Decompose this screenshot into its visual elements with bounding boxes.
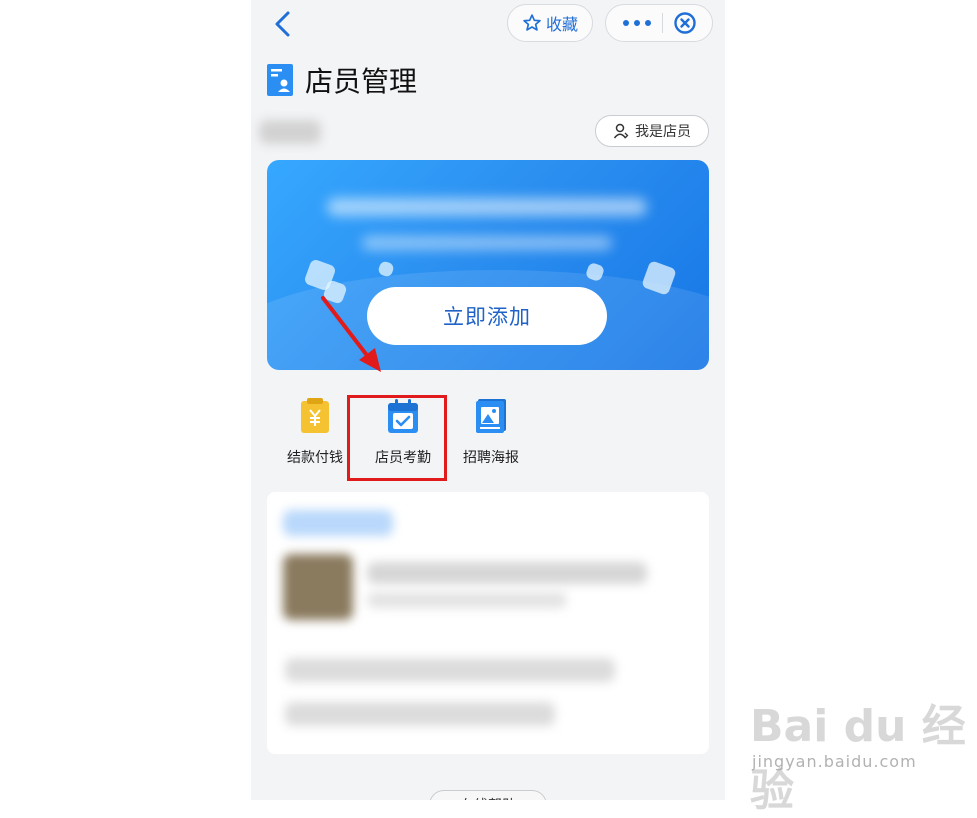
- store-name-blurred: [259, 120, 321, 144]
- text-blurred: [367, 562, 647, 584]
- more-icon[interactable]: [622, 18, 652, 28]
- page-title-row: 店员管理: [267, 60, 417, 100]
- thumbnail-blurred: [283, 554, 353, 620]
- favorite-button[interactable]: 收藏: [507, 4, 593, 42]
- text-blurred: [367, 592, 567, 608]
- watermark-url: jingyan.baidu.com: [752, 752, 917, 771]
- chevron-left-icon: [275, 11, 290, 37]
- add-now-button[interactable]: 立即添加: [367, 287, 607, 345]
- banner-text-blurred: [327, 198, 647, 216]
- close-mini-program-icon[interactable]: [673, 11, 697, 35]
- capsule-divider: [661, 13, 663, 33]
- back-button[interactable]: [271, 8, 295, 40]
- phone-screen: 收藏 店员管理 我是店员 立即添加 结款付钱 店员考勤 招聘海报: [251, 0, 725, 800]
- list-item-blurred: [285, 658, 615, 682]
- card-tag-blurred: [283, 510, 393, 536]
- action-label: 招聘海报: [463, 450, 519, 466]
- user-switch-icon: [613, 123, 629, 139]
- action-payment[interactable]: 结款付钱: [271, 398, 359, 467]
- annotation-highlight-box: [347, 395, 447, 481]
- online-help-button[interactable]: 在线帮助: [429, 790, 547, 800]
- action-recruit-poster[interactable]: 招聘海报: [447, 398, 535, 467]
- baidu-jingyan-watermark: Bai du 经验 jingyan.baidu.com: [750, 690, 970, 816]
- star-icon: [523, 14, 541, 31]
- favorite-label: 收藏: [545, 15, 578, 34]
- poster-icon: [476, 399, 506, 433]
- page-title: 店员管理: [305, 65, 418, 98]
- mini-program-capsule: [605, 4, 713, 42]
- list-item-blurred: [285, 702, 555, 726]
- role-button-label: 我是店员: [635, 124, 691, 140]
- action-label: 结款付钱: [287, 450, 343, 466]
- banner-subtext-blurred: [362, 236, 612, 250]
- content-card-blurred: [267, 492, 709, 754]
- annotation-arrow: [321, 296, 381, 372]
- receipt-icon: [301, 398, 329, 433]
- clerk-card-icon: [267, 64, 293, 96]
- i-am-clerk-button[interactable]: 我是店员: [595, 115, 709, 147]
